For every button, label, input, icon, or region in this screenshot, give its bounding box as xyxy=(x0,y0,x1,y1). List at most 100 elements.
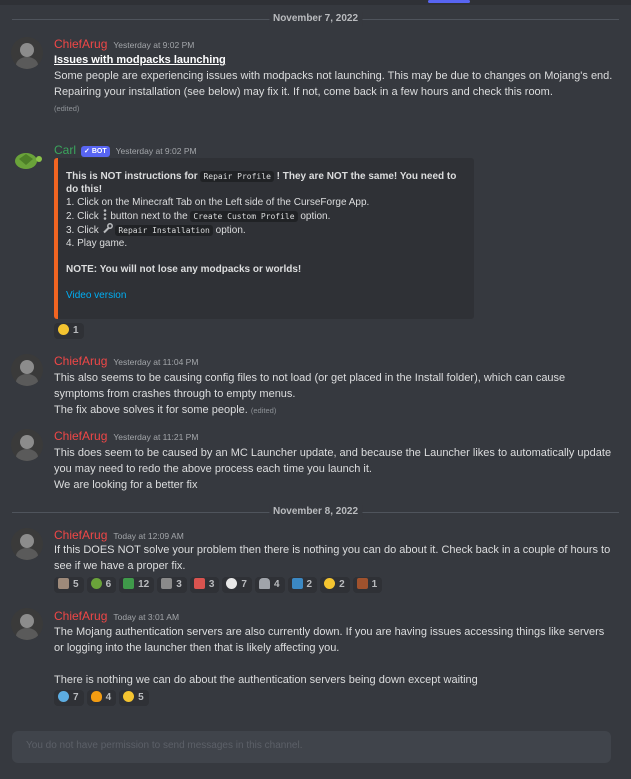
avatar[interactable] xyxy=(11,354,43,386)
embed-note: NOTE: You will not lose any modpacks or … xyxy=(66,264,302,275)
avatar[interactable] xyxy=(11,528,43,560)
message-text: This does seem to be caused by an MC Lau… xyxy=(54,447,612,475)
timestamp: Yesterday at 9:02 PM xyxy=(113,40,195,50)
reactions: 7 4 5 xyxy=(54,690,152,706)
embed-step-text: 2. Click xyxy=(66,211,99,222)
tombstone-icon xyxy=(258,578,270,589)
reaction[interactable]: 1 xyxy=(352,577,383,593)
timestamp: Yesterday at 11:04 PM xyxy=(113,357,199,367)
embed-warning-text: This is NOT instructions for xyxy=(66,171,201,182)
date-divider: November 7, 2022 xyxy=(12,12,619,26)
edited-label: (edited) xyxy=(250,406,277,415)
reaction[interactable]: 7 xyxy=(222,577,252,593)
username[interactable]: ChiefArug xyxy=(54,354,107,368)
code-create-custom-profile: Create Custom Profile xyxy=(190,211,298,222)
message-input[interactable]: You do not have permission to send messa… xyxy=(12,731,611,763)
timestamp: Yesterday at 9:02 PM xyxy=(115,146,197,156)
reaction-count: 7 xyxy=(241,579,247,590)
embed-step-text: 3. Click xyxy=(66,225,99,236)
message-text: If this DOES NOT solve your problem then… xyxy=(54,544,611,572)
message-title: Issues with modpacks launching xyxy=(54,54,226,66)
message-text: The fix above solves it for some people. xyxy=(54,404,248,416)
date-divider-label: November 7, 2022 xyxy=(268,12,363,26)
reaction[interactable]: 3 xyxy=(189,577,220,593)
highlight-bar xyxy=(428,0,470,3)
reaction-count: 4 xyxy=(273,579,280,590)
reaction[interactable]: 2 xyxy=(287,577,318,593)
reaction-count: 3 xyxy=(208,579,215,590)
avatar[interactable] xyxy=(11,429,43,461)
avatar[interactable] xyxy=(11,608,43,640)
avatar[interactable] xyxy=(11,37,43,69)
reaction[interactable]: 12 xyxy=(119,577,155,593)
reaction[interactable]: 5 xyxy=(119,690,149,706)
reaction-count: 2 xyxy=(339,579,345,590)
reaction[interactable]: 4 xyxy=(254,577,285,593)
reaction-count: 3 xyxy=(176,579,182,590)
wrench-icon xyxy=(102,223,113,234)
username[interactable]: ChiefArug xyxy=(54,37,107,51)
message-text: The Mojang authentication servers are al… xyxy=(54,626,605,654)
message-text: This also seems to be causing config fil… xyxy=(54,372,566,400)
snake-icon xyxy=(123,578,135,589)
reaction[interactable]: 4 xyxy=(86,690,117,706)
reaction-count: 4 xyxy=(105,692,112,703)
video-link[interactable]: Video version xyxy=(66,290,126,301)
reactions: 5 6 12 3 3 7 4 2 2 1 xyxy=(54,577,385,593)
fire-icon xyxy=(90,691,102,702)
scream-icon xyxy=(123,691,135,702)
embed-step-text: button next to the xyxy=(110,211,188,222)
guitar-icon xyxy=(356,578,368,589)
code-repair-installation: Repair Installation xyxy=(115,225,213,236)
clap-icon xyxy=(58,324,69,335)
message-text: Some people are experiencing issues with… xyxy=(54,70,613,82)
rock-icon xyxy=(161,578,173,589)
reaction[interactable]: 6 xyxy=(86,577,117,593)
thumbs-down-icon xyxy=(324,578,336,589)
bot-badge: ✓ BOT xyxy=(81,146,110,157)
top-strip xyxy=(0,0,631,5)
date-divider-label: November 8, 2022 xyxy=(268,505,363,519)
reaction-count: 5 xyxy=(138,692,144,703)
embed-card: This is NOT instructions for Repair Prof… xyxy=(54,158,474,319)
reaction[interactable]: 1 xyxy=(54,323,84,339)
reaction[interactable]: 7 xyxy=(54,690,84,706)
turtle-icon xyxy=(90,578,102,589)
cold-face-icon xyxy=(58,691,69,702)
ghast-icon xyxy=(193,578,205,589)
reactions: 1 xyxy=(54,323,87,339)
f-icon xyxy=(291,578,303,589)
code-repair-profile: Repair Profile xyxy=(200,171,274,182)
reaction-count: 2 xyxy=(306,579,313,590)
reaction[interactable]: 3 xyxy=(157,577,187,593)
grave-icon xyxy=(58,578,69,589)
reaction-count: 5 xyxy=(73,579,79,590)
embed-step: 1. Click on the Minecraft Tab on the Lef… xyxy=(66,197,370,208)
reaction-count: 6 xyxy=(105,579,112,590)
reaction-count: 1 xyxy=(371,579,378,590)
three-dots-icon xyxy=(103,209,106,220)
embed-step-text: option. xyxy=(215,225,246,236)
timestamp: Today at 3:01 AM xyxy=(113,612,180,622)
reaction[interactable]: 2 xyxy=(320,577,350,593)
turtle-avatar[interactable] xyxy=(11,143,43,175)
timestamp: Today at 12:09 AM xyxy=(113,531,184,541)
message-text: We are looking for a better fix xyxy=(54,479,198,491)
embed-step-text: option. xyxy=(300,211,331,222)
timestamp: Yesterday at 11:21 PM xyxy=(113,432,199,442)
reaction[interactable]: 5 xyxy=(54,577,84,593)
input-placeholder: You do not have permission to send messa… xyxy=(26,740,303,751)
reaction-count: 1 xyxy=(73,325,79,336)
bot-username[interactable]: Carl xyxy=(54,143,76,157)
username[interactable]: ChiefArug xyxy=(54,528,107,542)
edited-label: (edited) xyxy=(54,104,80,113)
skull-icon xyxy=(226,578,238,589)
reaction-count: 12 xyxy=(138,579,150,590)
date-divider: November 8, 2022 xyxy=(12,505,619,519)
message-text: There is nothing we can do about the aut… xyxy=(54,674,478,686)
message-text: Repairing your installation (see below) … xyxy=(54,86,553,98)
username[interactable]: ChiefArug xyxy=(54,429,107,443)
username[interactable]: ChiefArug xyxy=(54,609,107,623)
embed-step: 4. Play game. xyxy=(66,238,128,249)
reaction-count: 7 xyxy=(73,692,79,703)
